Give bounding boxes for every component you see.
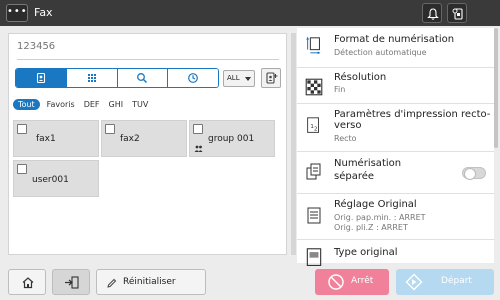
address-book-tab[interactable] (16, 69, 67, 87)
page-title: Fax (34, 6, 53, 19)
menu-button[interactable]: ••• (6, 4, 28, 22)
settings-scrollbar[interactable] (494, 28, 498, 148)
setting-title-continued: séparée (334, 171, 375, 182)
destination-panel: ALL Tout Favoris DEF GHI TUV fax1 fax2 g… (8, 33, 287, 255)
destination-name: fax2 (120, 134, 140, 144)
keypad-icon (87, 74, 96, 82)
switch-function-button[interactable] (52, 269, 90, 295)
destination-item[interactable]: user001 (13, 160, 99, 197)
setting-original-type[interactable]: Type original (297, 240, 494, 266)
checkbox[interactable] (17, 164, 27, 174)
destination-name: fax1 (36, 134, 56, 144)
type-filter-dropdown[interactable]: ALL (223, 70, 255, 87)
filter-ghi[interactable]: GHI (109, 100, 124, 109)
scan-size-icon (306, 36, 321, 55)
top-bar: ••• Fax (0, 0, 500, 26)
reset-button[interactable]: Réinitialiser (96, 269, 206, 295)
svg-text:2: 2 (314, 127, 317, 133)
search-mode-tabs (15, 68, 219, 88)
separate-scan-icon (306, 163, 321, 180)
type-filter-value: ALL (227, 74, 240, 82)
setting-separate-scan[interactable]: Numérisation séparée (297, 152, 494, 194)
filter-tout[interactable]: Tout (13, 98, 40, 110)
chevron-down-icon (245, 77, 251, 81)
destination-item[interactable]: group 001 (189, 120, 275, 157)
group-icon (194, 145, 203, 152)
checkbox[interactable] (193, 124, 203, 134)
setting-title: Réglage Original (334, 199, 417, 210)
setting-scan-size[interactable]: Format de numérisation Détection automat… (297, 28, 494, 68)
keypad-tab[interactable] (66, 69, 118, 87)
separate-scan-toggle[interactable] (462, 167, 486, 180)
history-tab[interactable] (168, 69, 218, 87)
setting-value: Orig. pli.Z : ARRET (334, 223, 408, 232)
setting-title: Format de numérisation (334, 34, 455, 45)
start-label: Départ (441, 276, 472, 286)
search-tab[interactable] (117, 69, 169, 87)
panel-divider (291, 33, 296, 255)
switch-icon (65, 276, 79, 289)
history-icon (188, 73, 199, 83)
resolution-icon (305, 78, 323, 96)
setting-duplex[interactable]: 12 Paramètres d'impression recto- verso … (297, 104, 494, 152)
bell-icon[interactable] (422, 3, 442, 23)
original-settings-icon (307, 207, 321, 224)
index-filters: Tout Favoris DEF GHI TUV (13, 97, 157, 111)
start-button[interactable]: Départ (396, 269, 494, 295)
setting-original[interactable]: Réglage Original Orig. pap.min. : ARRET … (297, 194, 494, 240)
settings-panel: Format de numérisation Détection automat… (297, 28, 494, 266)
add-address-icon (266, 72, 278, 84)
stop-icon (328, 274, 344, 290)
fax-number-input[interactable] (17, 34, 279, 60)
destination-item[interactable]: fax2 (101, 120, 187, 157)
destination-name: user001 (32, 175, 69, 185)
setting-title: Numérisation (334, 158, 402, 169)
home-icon (22, 277, 34, 289)
filter-favoris[interactable]: Favoris (47, 100, 75, 109)
destination-item[interactable]: fax1 (13, 120, 99, 157)
stop-label: Arrêt (351, 276, 374, 286)
stop-button[interactable]: Arrêt (315, 269, 389, 295)
setting-title: Paramètres d'impression recto- (334, 109, 491, 120)
filter-tuv[interactable]: TUV (132, 100, 148, 109)
filter-def[interactable]: DEF (84, 100, 100, 109)
setting-resolution[interactable]: Résolution Fin (297, 68, 494, 104)
setting-value: Fin (334, 85, 346, 94)
reset-label: Réinitialiser (123, 277, 176, 287)
checkbox[interactable] (105, 124, 115, 134)
checkbox[interactable] (17, 124, 27, 134)
home-button[interactable] (8, 269, 46, 295)
original-type-icon (306, 248, 322, 266)
duplex-icon: 12 (307, 117, 319, 133)
destination-name: group 001 (208, 134, 255, 144)
register-address-button[interactable] (261, 68, 281, 88)
search-icon (137, 73, 148, 84)
setting-value: Recto (334, 134, 357, 143)
setting-value: Orig. pap.min. : ARRET (334, 213, 426, 222)
setting-title: Résolution (334, 72, 387, 83)
setting-title: Type original (334, 247, 398, 258)
setting-title-continued: verso (334, 120, 362, 131)
pen-icon (107, 278, 117, 288)
start-icon (405, 273, 423, 291)
phone-status-icon[interactable] (447, 3, 467, 23)
address-book-icon (36, 72, 45, 84)
setting-value: Détection automatique (334, 48, 427, 57)
